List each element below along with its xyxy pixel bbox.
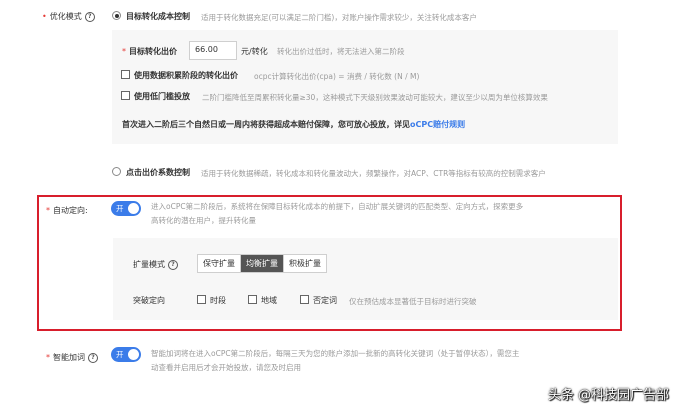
breakthrough-time-label: 时段 (210, 296, 226, 305)
target-bid-label: * 目标转化出价 (122, 47, 177, 56)
target-conversion-desc: 适用于转化数据充足(可以满足二阶门槛)，对账户操作需求较少，关注转化成本客户 (201, 13, 477, 22)
low-threshold-label: 使用低门槛投放 (134, 92, 190, 101)
use-accumulated-bid-checkbox[interactable] (121, 70, 130, 79)
compensation-rules-link[interactable]: oCPC赔付规则 (410, 120, 465, 129)
required-mark: • (42, 12, 47, 21)
breakthrough-hint: 仅在预估成本显著低于目标时进行突破 (349, 297, 477, 306)
expand-mode-aggressive[interactable]: 积极扩量 (284, 255, 326, 272)
smart-keywords-label: * 智能加词? (46, 352, 98, 363)
breakthrough-time-checkbox[interactable] (197, 295, 206, 304)
breakthrough-region-checkbox[interactable] (248, 295, 257, 304)
target-bid-unit: 元/转化 (241, 47, 268, 56)
smart-keywords-desc-2: 动查看并启用后才会开始投放，请您及时启用 (151, 363, 301, 372)
help-icon[interactable]: ? (84, 11, 95, 22)
auto-targeting-desc-1: 进入oCPC第二阶段后，系统将在保障目标转化成本的前提下，自动扩展关键词的匹配类… (151, 202, 524, 211)
breakthrough-region-label: 地域 (261, 296, 277, 305)
breakthrough-negative-label: 否定词 (313, 296, 337, 305)
auto-targeting-desc-2: 高转化的潜在用户，提升转化量 (151, 216, 256, 225)
smart-keywords-desc-1: 智能加词将在进入oCPC第二阶段后，每隔三天为您的账户添加一批新的高转化关键词（… (151, 349, 520, 358)
smart-keywords-toggle[interactable]: 开 (111, 347, 141, 362)
low-threshold-hint: 二阶门槛降低至周累积转化量≥30，这种模式下天级别效果波动可能较大，建议至少以周… (202, 93, 548, 102)
use-accumulated-bid-label: 使用数据积累阶段的转化出价 (134, 71, 238, 80)
guarantee-note: 首次进入二阶后三个自然日或一周内将获得超成本赔付保障，您可放心投放，详见oCPC… (122, 120, 466, 129)
expand-mode-conservative[interactable]: 保守扩量 (198, 255, 241, 272)
click-bid-title: 点击出价系数控制 (126, 168, 190, 177)
auto-targeting-label: * 自动定向: (46, 206, 88, 215)
auto-targeting-panel (113, 238, 618, 320)
target-bid-input[interactable]: 66.00 (189, 41, 237, 60)
radio-click-bid[interactable] (112, 167, 121, 176)
optimization-mode-label: • 优化模式? (42, 11, 95, 22)
click-bid-desc: 适用于转化数据稀疏，转化成本和转化量波动大，频繁操作，对ACP、CTR等指标有较… (201, 169, 546, 178)
use-accumulated-bid-hint: ocpc计算转化出价(cpa) = 消费 / 转化数 (N / M) (254, 72, 420, 81)
target-bid-hint: 转化出价过低时，将无法进入第二阶段 (277, 47, 405, 56)
low-threshold-checkbox[interactable] (121, 91, 130, 100)
radio-target-conversion[interactable] (112, 11, 121, 20)
watermark: 头条 @科技园广告部 (547, 388, 669, 403)
expand-mode-selector: 保守扩量 均衡扩量 积极扩量 (197, 254, 327, 273)
breakthrough-negative-checkbox[interactable] (300, 295, 309, 304)
help-icon[interactable]: ? (88, 352, 98, 363)
auto-targeting-toggle[interactable]: 开 (111, 201, 141, 216)
expand-mode-label: 扩量模式? (133, 259, 178, 270)
target-conversion-title: 目标转化成本控制 (126, 12, 190, 21)
help-icon[interactable]: ? (168, 259, 178, 270)
breakthrough-label: 突破定向 (133, 296, 165, 305)
expand-mode-balanced[interactable]: 均衡扩量 (241, 255, 284, 272)
